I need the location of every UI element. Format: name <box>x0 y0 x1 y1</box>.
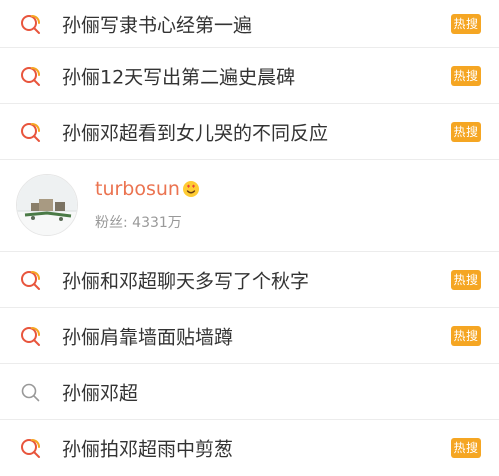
search-suggestion-list: 孙俪写隶书心经第一遍 热搜 孙俪12天写出第二遍史晨碑 热搜 孙俪邓超看到女儿哭… <box>0 0 499 476</box>
suggestion-text: 孙俪12天写出第二遍史晨碑 <box>62 66 296 88</box>
suggestion-row[interactable]: 孙俪和邓超聊天多写了个秋字 热搜 <box>0 252 499 308</box>
hot-badge: 热搜 <box>451 269 481 290</box>
hot-search-icon <box>19 268 43 292</box>
suggestion-row[interactable]: 孙俪12天写出第二遍史晨碑 热搜 <box>0 48 499 104</box>
hot-search-icon <box>19 12 43 36</box>
hot-badge: 热搜 <box>451 121 481 142</box>
suggestion-row[interactable]: 孙俪写隶书心经第一遍 热搜 <box>0 0 499 48</box>
hot-badge: 热搜 <box>451 438 481 458</box>
suggestion-row[interactable]: 孙俪拍邓超雨中剪葱 热搜 <box>0 420 499 476</box>
suggestion-text: 孙俪写隶书心经第一遍 <box>62 14 253 36</box>
username-text: turbosun <box>95 178 180 200</box>
suggestion-row[interactable]: 孙俪邓超看到女儿哭的不同反应 热搜 <box>0 104 499 160</box>
hot-badge: 热搜 <box>451 325 481 346</box>
hot-badge: 热搜 <box>451 65 481 86</box>
hot-badge: 热搜 <box>451 13 481 34</box>
hot-search-icon <box>19 120 43 144</box>
search-icon <box>19 380 43 404</box>
hot-search-icon <box>19 436 43 460</box>
hot-search-icon <box>19 64 43 88</box>
suggestion-text: 孙俪和邓超聊天多写了个秋字 <box>62 270 310 292</box>
hot-search-icon <box>19 324 43 348</box>
suggestion-text: 孙俪肩靠墙面贴墙蹲 <box>62 326 234 348</box>
suggestion-text: 孙俪拍邓超雨中剪葱 <box>62 438 234 461</box>
user-result-row[interactable]: turbosun 粉丝: 4331万 <box>0 160 499 252</box>
suggestion-row[interactable]: 孙俪邓超 <box>0 364 499 420</box>
avatar[interactable] <box>16 174 78 236</box>
heart-eyes-emoji-icon <box>182 180 200 198</box>
suggestion-text: 孙俪邓超看到女儿哭的不同反应 <box>62 122 329 144</box>
suggestion-row[interactable]: 孙俪肩靠墙面贴墙蹲 热搜 <box>0 308 499 364</box>
suggestion-text: 孙俪邓超 <box>62 382 139 404</box>
fans-count: 粉丝: 4331万 <box>95 215 182 231</box>
username[interactable]: turbosun <box>95 178 200 200</box>
